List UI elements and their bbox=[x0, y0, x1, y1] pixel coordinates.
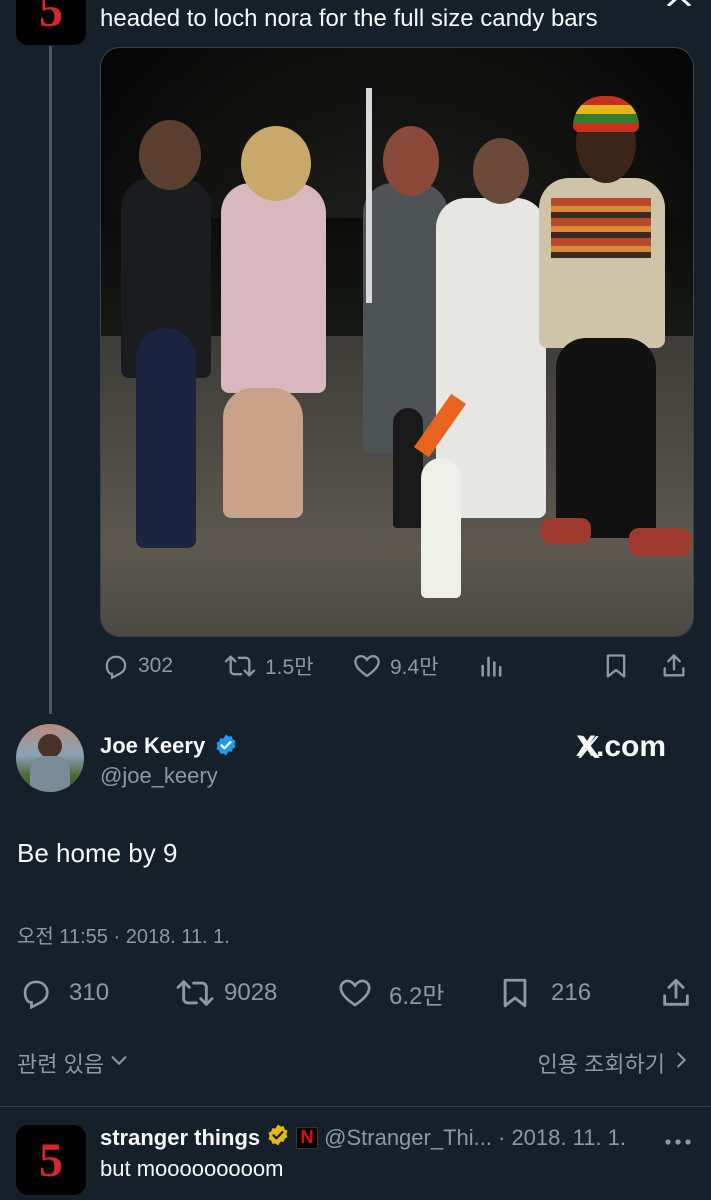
parent-tweet-text: headed to loch nora for the full size ca… bbox=[100, 5, 598, 32]
like-button[interactable]: 9.4만 bbox=[352, 651, 439, 681]
chevron-right-icon bbox=[671, 1049, 691, 1077]
related-dropdown[interactable]: 관련 있음 bbox=[17, 1047, 130, 1079]
related-label: 관련 있음 bbox=[17, 1052, 105, 1077]
views-button[interactable] bbox=[478, 652, 506, 680]
share-icon bbox=[659, 976, 693, 1010]
retweet-count: 1.5만 bbox=[265, 656, 314, 679]
reply-icon bbox=[17, 976, 53, 1010]
retweet-button[interactable]: 1.5만 bbox=[223, 651, 314, 681]
reply-count: 302 bbox=[138, 654, 174, 677]
avatar-label: 5 bbox=[39, 1133, 63, 1187]
photo-head bbox=[241, 126, 311, 201]
main-tweet-text: Be home by 9 bbox=[17, 838, 178, 868]
reply-avatar[interactable]: 5 bbox=[16, 1125, 86, 1195]
photo-lightsaber bbox=[366, 88, 372, 303]
bookmark-button[interactable]: 216 bbox=[497, 976, 591, 1010]
photo-head bbox=[383, 126, 439, 196]
reply-header: stranger things N @Stranger_Thi... · 201… bbox=[100, 1123, 626, 1152]
reply-icon bbox=[100, 652, 130, 680]
verified-badge-icon bbox=[214, 733, 238, 762]
photo-figure bbox=[393, 408, 423, 528]
retweet-button[interactable]: 9028 bbox=[174, 976, 277, 1010]
reply-more-icon[interactable] bbox=[664, 1133, 692, 1151]
author-avatar[interactable] bbox=[16, 724, 84, 792]
share-button[interactable] bbox=[659, 976, 693, 1010]
retweet-icon bbox=[223, 652, 257, 680]
reply-tweet-text: but mooooooooom bbox=[100, 1156, 284, 1181]
watermark-text: X.com bbox=[576, 730, 667, 763]
author-handle[interactable]: @joe_keery bbox=[100, 763, 218, 789]
reply-count: 310 bbox=[69, 979, 110, 1006]
netflix-badge-icon: N bbox=[296, 1126, 319, 1149]
retweet-count: 9028 bbox=[224, 979, 278, 1006]
main-actions: 310 9028 6.2만 216 bbox=[17, 974, 694, 1012]
photo-figure bbox=[221, 183, 326, 393]
photo-figure bbox=[421, 458, 461, 598]
photo-head bbox=[473, 138, 529, 204]
more-icon[interactable] bbox=[664, 0, 694, 8]
netflix-badge-letter: N bbox=[300, 1127, 314, 1147]
avatar-person-body bbox=[30, 756, 70, 792]
photo-figure bbox=[136, 328, 196, 548]
analytics-icon bbox=[478, 652, 506, 680]
photo-hat bbox=[573, 96, 639, 132]
avatar-person bbox=[38, 734, 62, 758]
bookmark-icon bbox=[497, 976, 533, 1010]
photo-poncho-stripes bbox=[551, 198, 651, 258]
avatar-label: 5 bbox=[39, 0, 63, 37]
share-button[interactable] bbox=[660, 652, 688, 680]
like-count: 6.2만 bbox=[389, 982, 445, 1010]
view-quotes-link[interactable]: 인용 조회하기 bbox=[537, 1047, 691, 1079]
bookmark-icon bbox=[602, 652, 630, 680]
photo-shoe bbox=[629, 528, 691, 556]
x-logo-watermark: X.com bbox=[576, 730, 666, 764]
chevron-down-icon bbox=[108, 1049, 130, 1077]
heart-icon bbox=[352, 652, 382, 680]
reply-author-handle[interactable]: @Stranger_Thi... bbox=[324, 1125, 492, 1151]
reply-button[interactable]: 302 bbox=[100, 652, 173, 680]
tweet-timestamp[interactable]: 오전 11:55 · 2018. 11. 1. bbox=[17, 920, 230, 949]
photo-head bbox=[139, 120, 201, 190]
divider bbox=[0, 1106, 711, 1107]
photo-figure bbox=[223, 388, 303, 518]
like-count: 9.4만 bbox=[390, 656, 439, 679]
photo-figure bbox=[556, 338, 656, 538]
quotes-label: 인용 조회하기 bbox=[537, 1052, 665, 1077]
thread-line bbox=[49, 46, 52, 714]
like-button[interactable]: 6.2만 bbox=[337, 976, 444, 1011]
reply-date[interactable]: · 2018. 11. 1. bbox=[498, 1125, 626, 1151]
photo-shoe bbox=[541, 518, 591, 544]
retweet-icon bbox=[174, 976, 216, 1010]
share-icon bbox=[660, 652, 688, 680]
parent-avatar[interactable]: 5 bbox=[16, 0, 86, 45]
bookmark-count: 216 bbox=[551, 979, 592, 1006]
reply-author-name[interactable]: stranger things bbox=[100, 1125, 260, 1151]
reply-button[interactable]: 310 bbox=[17, 976, 109, 1010]
verified-gold-badge-icon bbox=[266, 1123, 290, 1152]
tweet-photo[interactable] bbox=[100, 47, 694, 637]
parent-actions: 302 1.5만 9.4만 bbox=[100, 650, 694, 682]
bookmark-button[interactable] bbox=[602, 652, 630, 680]
heart-icon bbox=[337, 976, 373, 1010]
author-name[interactable]: Joe Keery bbox=[100, 733, 205, 759]
